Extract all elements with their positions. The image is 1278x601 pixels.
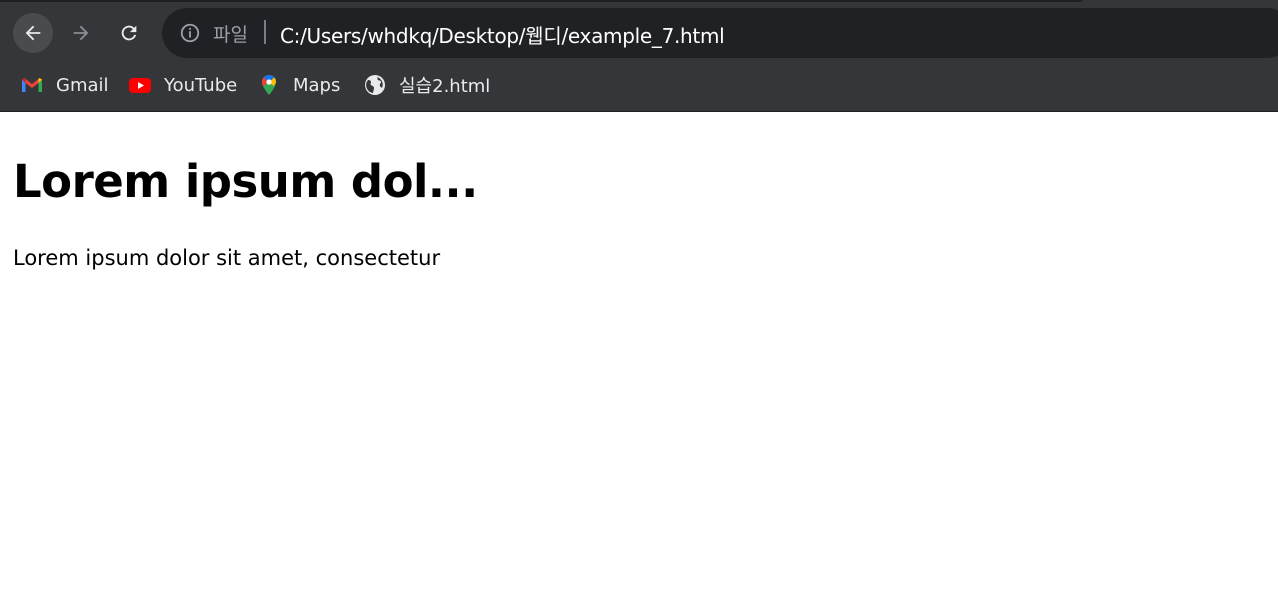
arrow-left-icon [25,25,41,41]
bookmark-label: Maps [293,74,341,96]
browser-toolbar: 파일 C:/Users/whdkq/Desktop/웹디/example_7.h… [0,0,1278,65]
page-content: Lorem ipsum dol... Lorem ipsum dolor sit… [13,155,478,270]
globe-icon [365,75,385,95]
bookmark-maps[interactable]: Maps [257,65,340,105]
maps-icon [261,74,277,95]
arrow-right-icon [73,25,89,41]
page-heading: Lorem ipsum dol... [13,155,478,208]
bookmarks-bar: Gmail YouTube Maps 실습2.html [0,65,1278,112]
bookmark-youtube[interactable]: YouTube [128,65,237,105]
reload-icon [121,25,137,41]
back-button[interactable] [13,13,53,53]
bookmark-gmail[interactable]: Gmail [20,65,109,105]
page-paragraph: Lorem ipsum dolor sit amet, consectetur [13,246,441,270]
bookmark-label: YouTube [164,74,238,96]
bookmark-label: 실습2.html [399,76,491,97]
bookmark-label: Gmail [56,74,109,96]
url-text[interactable]: C:/Users/whdkq/Desktop/웹디/example_7.html [280,20,725,49]
url-scheme-label: 파일 [213,24,248,46]
bookmark-site[interactable]: 실습2.html [363,65,490,105]
gmail-icon [22,78,42,92]
youtube-icon [129,78,151,93]
reload-button[interactable] [109,13,149,53]
forward-button[interactable] [61,13,101,53]
info-icon[interactable] [179,22,201,44]
address-divider [264,20,266,44]
